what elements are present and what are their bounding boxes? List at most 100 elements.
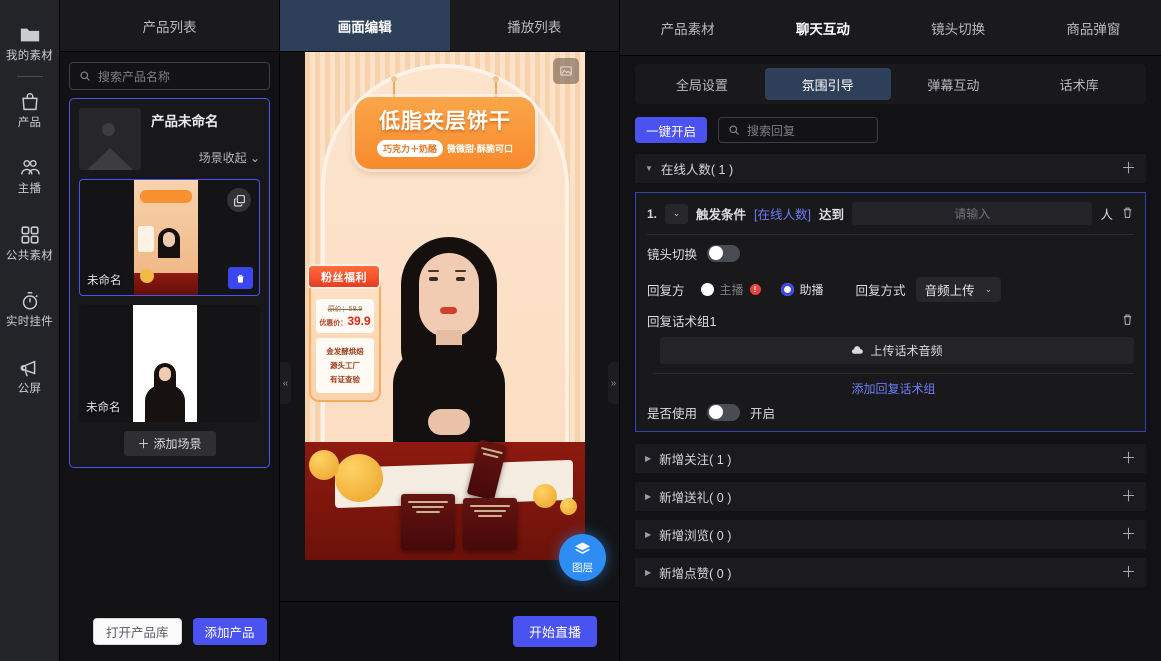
tab-chat-interaction[interactable]: 聊天互动 (755, 0, 890, 55)
delete-rule-button[interactable] (1121, 206, 1134, 222)
rail-item-product[interactable]: 产品 (0, 83, 60, 134)
add-rule-button[interactable]: ＋ (1121, 527, 1136, 542)
tab-screen-edit[interactable]: 画面编辑 (280, 0, 450, 51)
collapse-right-handle[interactable]: » (608, 362, 619, 404)
tab-playlist[interactable]: 播放列表 (450, 0, 620, 51)
search-icon (80, 71, 90, 81)
interaction-column: 产品素材 聊天互动 镜头切换 商品弹窗 全局设置 氛围引导 弹幕互动 话术库 一… (620, 0, 1161, 661)
rule-card: 1. ⌄ 触发条件 [在线人数] 达到 请输入 人 镜头切换 回复方 主播 ! … (635, 192, 1146, 432)
rail-label: 我的素材 (5, 50, 54, 62)
cloud-upload-icon (852, 346, 864, 354)
product-footer: 打开产品库 添加产品 (60, 601, 279, 661)
product-search-wrap: 搜索产品名称 (60, 52, 279, 98)
banner-sub1: 巧克力＋奶酪 (376, 140, 443, 157)
accordion-title: 新增送礼( 0 ) (659, 491, 732, 505)
live-preview[interactable]: 低脂夹层饼干 巧克力＋奶酪 微微甜·酥脆可口 粉丝福利 原价：59.9 优惠价：… (305, 52, 585, 560)
start-live-button[interactable]: 开始直播 (512, 616, 597, 647)
collapse-left-handle[interactable]: « (280, 362, 291, 404)
accordion-title: 在线人数( 1 ) (660, 163, 734, 177)
radio-assistant[interactable]: 助播 (780, 281, 824, 298)
radio-label: 主播 (719, 282, 744, 297)
add-rule-button[interactable]: ＋ (1121, 565, 1136, 580)
upload-audio-button[interactable]: 上传话术音频 (660, 337, 1134, 364)
rail-label: 公共素材 (5, 249, 54, 262)
rail-item-my-assets[interactable]: 我的素材 (0, 16, 60, 67)
bag-icon (21, 92, 38, 110)
tab-product-popup[interactable]: 商品弹窗 (1026, 0, 1161, 55)
accordion-header-online[interactable]: ▼ 在线人数( 1 ) ＋ (635, 154, 1146, 183)
reply-search-input[interactable]: 搜索回复 (718, 117, 879, 143)
rail-label: 公屏 (17, 382, 42, 395)
radio-anchor[interactable]: 主播 ! (700, 281, 761, 298)
right-toolbar: 一键开启 搜索回复 (620, 114, 1161, 154)
right-tabbar: 产品素材 聊天互动 镜头切换 商品弹窗 (620, 0, 1161, 56)
radio-dot (780, 282, 794, 296)
add-reply-script-group-button[interactable]: 添加回复话术组 (653, 373, 1134, 396)
caret-right-icon: ▶ (645, 454, 652, 463)
accordion-new-gift: ▶ 新增送礼( 0 ) ＋ (635, 482, 1146, 511)
layer-button[interactable]: 图层 (559, 534, 606, 581)
product-search-input[interactable]: 搜索产品名称 (69, 62, 270, 90)
add-rule-button[interactable]: ＋ (1121, 451, 1136, 466)
tab-product-assets[interactable]: 产品素材 (620, 0, 755, 55)
product-search-placeholder: 搜索产品名称 (98, 69, 171, 84)
promo-feature: 源头工厂 (330, 361, 360, 370)
subtab-global-settings[interactable]: 全局设置 (639, 68, 765, 100)
add-rule-button[interactable]: ＋ (1121, 489, 1136, 504)
add-rule-button-online[interactable]: ＋ (1121, 161, 1136, 176)
rail-item-public-screen[interactable]: 公屏 (0, 349, 60, 400)
upload-audio-label: 上传话术音频 (870, 344, 943, 358)
accordion-header[interactable]: ▶ 新增浏览( 0 ) ＋ (635, 520, 1146, 549)
reply-mode-select[interactable]: 音频上传 ⌄ (915, 276, 1002, 302)
trigger-type-link[interactable]: [在线人数] (754, 204, 811, 223)
camera-switch-row: 镜头切换 (636, 235, 1145, 271)
scene-card[interactable]: 未命名 (79, 305, 260, 422)
promo-new-price-label: 优惠价： (319, 320, 348, 327)
scene-delete-button[interactable] (228, 267, 253, 289)
trigger-value-input[interactable]: 请输入 (852, 202, 1093, 225)
tab-product-list[interactable]: 产品列表 (60, 0, 279, 51)
rail-label: 产品 (17, 116, 42, 129)
add-scene-button[interactable]: ＋ 添加场景 (123, 431, 216, 456)
left-icon-rail: 我的素材 产品 主播 公共素材 实时挂件 公屏 (0, 0, 60, 661)
open-product-library-button[interactable]: 打开产品库 (93, 617, 182, 645)
subtab-atmosphere-guide[interactable]: 氛围引导 (764, 68, 891, 100)
caret-right-icon: ▶ (645, 568, 652, 577)
scene-copy-button[interactable] (227, 188, 251, 212)
subtab-danmaku-interaction[interactable]: 弹幕互动 (891, 68, 1017, 100)
promo-ribbon: 粉丝福利 (309, 266, 379, 287)
anchor-person-icon (20, 159, 40, 175)
reply-search-placeholder: 搜索回复 (747, 123, 796, 138)
product-card[interactable]: 产品未命名 场景收起 ⌄ 未命名 未命名 ＋ 添加场景 (69, 98, 270, 468)
rule-expand-select[interactable]: ⌄ (665, 203, 689, 224)
one-key-enable-button[interactable]: 一键开启 (635, 117, 708, 143)
add-product-button[interactable]: 添加产品 (192, 617, 267, 645)
scene-collapse-toggle[interactable]: 场景收起 ⌄ (151, 149, 260, 166)
promo-features: 金发酵烘焙 源头工厂 有证查验 (316, 338, 374, 393)
caret-right-icon: ▶ (645, 492, 652, 501)
accordion-header[interactable]: ▶ 新增送礼( 0 ) ＋ (635, 482, 1146, 511)
rule-trigger-row: 1. ⌄ 触发条件 [在线人数] 达到 请输入 人 (636, 193, 1145, 234)
canvas-stage: 低脂夹层饼干 巧克力＋奶酪 微微甜·酥脆可口 粉丝福利 原价：59.9 优惠价：… (280, 52, 619, 601)
canvas-image-button[interactable] (553, 58, 579, 84)
rail-item-anchor[interactable]: 主播 (0, 149, 60, 200)
delete-script-group-button[interactable] (1121, 313, 1134, 329)
tab-camera-switch[interactable]: 镜头切换 (891, 0, 1026, 55)
camera-switch-toggle[interactable] (707, 244, 741, 262)
subtab-script-library[interactable]: 话术库 (1016, 68, 1142, 100)
rail-item-public-assets[interactable]: 公共素材 (0, 216, 60, 267)
accordion-online-count: ▼ 在线人数( 1 ) ＋ (635, 154, 1146, 183)
accordion-header[interactable]: ▶ 新增点赞( 0 ) ＋ (635, 558, 1146, 587)
search-icon (729, 125, 739, 135)
rail-item-live-widget[interactable]: 实时挂件 (0, 282, 60, 333)
reply-mode-value: 音频上传 (924, 283, 975, 298)
accordion-title: 新增关注( 1 ) (659, 453, 732, 467)
accordion-header[interactable]: ▶ 新增关注( 1 ) ＋ (635, 444, 1146, 473)
use-toggle[interactable] (707, 403, 741, 421)
accordion-title: 新增浏览( 0 ) (659, 529, 732, 543)
canvas-tabbar: 画面编辑 播放列表 (280, 0, 619, 52)
accordion-new-like: ▶ 新增点赞( 0 ) ＋ (635, 558, 1146, 587)
use-state-label: 开启 (750, 406, 776, 421)
scene-card[interactable]: 未命名 (79, 179, 260, 296)
script-group-title: 回复话术组1 (647, 315, 717, 329)
